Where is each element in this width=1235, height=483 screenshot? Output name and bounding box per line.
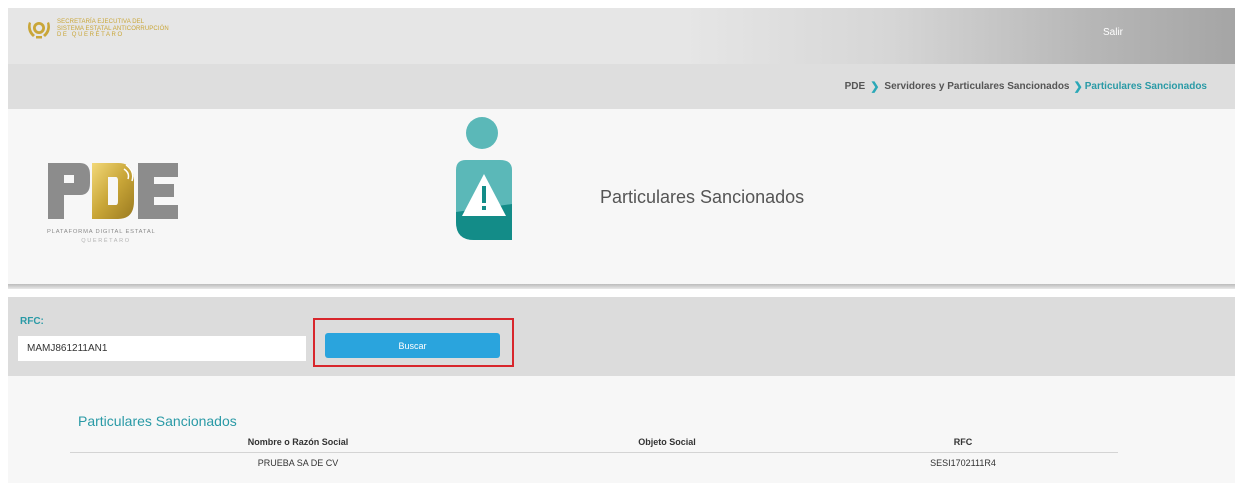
seal-icon [28,22,50,39]
cell-object [526,452,808,473]
breadcrumb-item-pde[interactable]: PDE [845,81,866,92]
pde-wordmark-icon [48,163,178,219]
table-header-row: Nombre o Razón Social Objeto Social RFC [70,432,1118,453]
pde-logo-tagline: PLATAFORMA DIGITAL ESTATAL [47,229,156,235]
page: SECRETARÍA EJECUTIVA DEL SISTEMA ESTATAL… [0,0,1235,483]
hero-section: PLATAFORMA DIGITAL ESTATAL QUERÉTARO Par… [8,109,1235,284]
sesea-logo[interactable]: SECRETARÍA EJECUTIVA DEL SISTEMA ESTATAL… [26,18,169,40]
chevron-right-icon: ❯ [870,81,880,93]
results-table: Nombre o Razón Social Objeto Social RFC … [70,432,1118,473]
column-header-rfc: RFC [808,432,1118,453]
column-header-name: Nombre o Razón Social [70,432,526,453]
breadcrumb-item-servidores[interactable]: Servidores y Particulares Sancionados [884,81,1069,92]
table-row[interactable]: PRUEBA SA DE CV SESI1702111R4 [70,452,1118,473]
breadcrumb-item-current: Particulares Sancionados [1084,81,1207,92]
rfc-input[interactable] [18,336,306,361]
results-title: Particulares Sancionados [78,413,237,429]
logout-link[interactable]: Salir [1103,27,1123,38]
sanctioned-person-icon [456,117,512,240]
cell-name: PRUEBA SA DE CV [257,457,339,468]
page-title: Particulares Sancionados [600,187,805,207]
search-section: RFC: Buscar [8,297,1235,376]
chevron-right-icon: ❯ [1073,81,1083,93]
cell-rfc: SESI1702111R4 [930,457,996,468]
pde-logo: PLATAFORMA DIGITAL ESTATAL QUERÉTARO [46,161,181,261]
logo-line-3: DE QUERÉTARO [57,32,124,39]
top-header: SECRETARÍA EJECUTIVA DEL SISTEMA ESTATAL… [8,8,1235,64]
pde-logo-state: QUERÉTARO [81,238,131,244]
hero-divider [8,284,1235,289]
breadcrumb-bar: PDE ❯ Servidores y Particulares Sanciona… [8,64,1235,109]
search-button[interactable]: Buscar [325,333,500,358]
rfc-label: RFC: [20,316,44,327]
breadcrumb: PDE ❯ Servidores y Particulares Sanciona… [845,80,1207,93]
results-section: Particulares Sancionados Nombre o Razón … [8,376,1235,483]
column-header-object: Objeto Social [526,432,808,453]
